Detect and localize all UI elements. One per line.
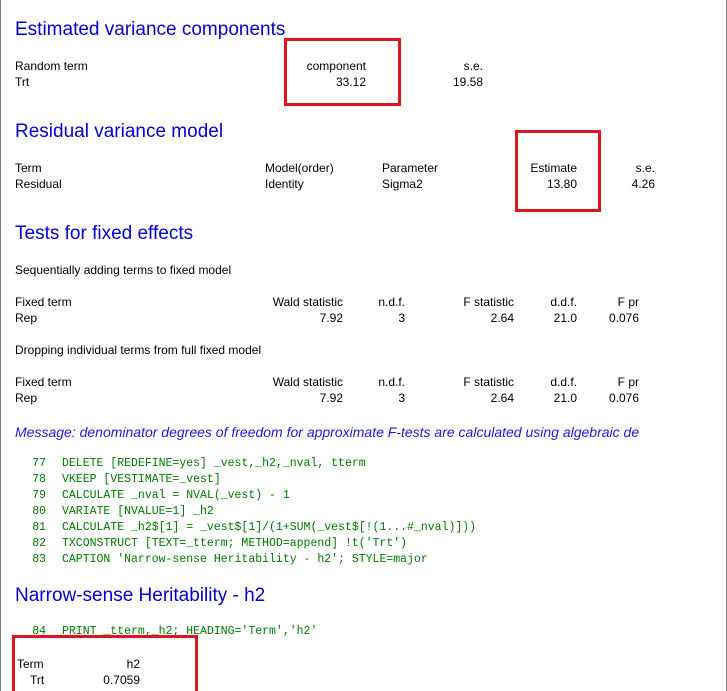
fixed-effects-heading: Tests for fixed effects	[15, 223, 194, 244]
seq-fstat-header: F statistic	[463, 295, 514, 309]
code-line-text: CAPTION 'Narrow-sense Heritability - h2'…	[62, 553, 428, 566]
code-echo-block: 77 DELETE [REDEFINE=yes] _vest,_h2,_nval,…	[0, 456, 476, 568]
model-order-header: Model(order)	[265, 161, 334, 175]
drop-fixed-term-value: Rep	[15, 391, 38, 405]
seq-wald-value: 7.92	[319, 311, 343, 325]
random-term-value: Trt	[15, 75, 30, 89]
code-line-number: 80	[32, 505, 46, 518]
drop-ndf-header: n.d.f.	[378, 375, 405, 389]
seq-fpr-value: 0.076	[608, 311, 639, 325]
denominator-df-message: Message: denominator degrees of freedom …	[15, 424, 640, 440]
highlight-box-component	[284, 38, 401, 106]
code-line: 82 TXCONSTRUCT [TEXT=_tterm; METHOD=appen…	[0, 536, 476, 552]
seq-fixed-term-value: Rep	[15, 311, 38, 325]
variance-components-heading: Estimated variance components	[15, 19, 286, 40]
parameter-value: Sigma2	[382, 177, 423, 191]
drop-fpr-value: 0.076	[608, 391, 639, 405]
code-line: 79 CALCULATE _nval = NVAL(_vest) - 1	[0, 488, 476, 504]
drop-wald-value: 7.92	[319, 391, 343, 405]
sequential-note: Sequentially adding terms to fixed model	[15, 263, 232, 277]
window-left-border	[0, 0, 1, 691]
dropping-note: Dropping individual terms from full fixe…	[15, 343, 262, 357]
code-line-number: 78	[32, 473, 46, 486]
drop-fstat-header: F statistic	[463, 375, 514, 389]
residual-se-header: s.e.	[635, 161, 655, 175]
heritability-heading: Narrow-sense Heritability - h2	[15, 585, 266, 606]
random-term-header: Random term	[15, 59, 88, 73]
code-line-text: VKEEP [VESTIMATE=_vest]	[62, 473, 221, 486]
residual-term-value: Residual	[15, 177, 62, 191]
code-line-number: 83	[32, 553, 46, 566]
residual-term-header: Term	[15, 161, 42, 175]
variance-se-value: 19.58	[452, 75, 483, 89]
code-line-number: 81	[32, 521, 46, 534]
model-order-value: Identity	[265, 177, 304, 191]
code-line: 81 CALCULATE _h2$[1] = _vest$[1]/(1+SUM(_…	[0, 520, 476, 536]
drop-fstat-value: 2.64	[490, 391, 514, 405]
code-line: 80 VARIATE [NVALUE=1] _h2	[0, 504, 476, 520]
code-line-text: DELETE [REDEFINE=yes] _vest,_h2,_nval, t…	[62, 457, 366, 470]
seq-fpr-header: F pr	[617, 295, 639, 309]
code-line-number: 82	[32, 537, 46, 550]
residual-se-value: 4.26	[631, 177, 655, 191]
seq-fixed-term-header: Fixed term	[15, 295, 72, 309]
highlight-box-h2	[12, 635, 198, 691]
drop-ndf-value: 3	[398, 391, 405, 405]
drop-ddf-value: 21.0	[553, 391, 577, 405]
drop-fixed-term-header: Fixed term	[15, 375, 72, 389]
parameter-header: Parameter	[382, 161, 439, 175]
drop-ddf-header: d.d.f.	[550, 375, 577, 389]
code-line-text: CALCULATE _h2$[1] = _vest$[1]/(1+SUM(_ve…	[62, 521, 477, 534]
seq-ddf-header: d.d.f.	[550, 295, 577, 309]
highlight-box-estimate	[515, 130, 601, 212]
residual-model-heading: Residual variance model	[15, 121, 224, 142]
code-line: 78 VKEEP [VESTIMATE=_vest]	[0, 472, 476, 488]
code-line-text: TXCONSTRUCT [TEXT=_tterm; METHOD=append]…	[62, 537, 408, 550]
seq-fstat-value: 2.64	[490, 311, 514, 325]
seq-ndf-value: 3	[398, 311, 405, 325]
drop-fpr-header: F pr	[617, 375, 639, 389]
code-line-number: 77	[32, 457, 46, 470]
code-line-number: 79	[32, 489, 46, 502]
code-line-text: VARIATE [NVALUE=1] _h2	[62, 505, 214, 518]
seq-ddf-value: 21.0	[553, 311, 577, 325]
seq-ndf-header: n.d.f.	[378, 295, 405, 309]
code-line-text: CALCULATE _nval = NVAL(_vest) - 1	[62, 489, 290, 502]
code-line: 83 CAPTION 'Narrow-sense Heritability - h…	[0, 552, 476, 568]
seq-wald-header: Wald statistic	[272, 295, 343, 309]
code-line: 77 DELETE [REDEFINE=yes] _vest,_h2,_nval,…	[0, 456, 476, 472]
variance-se-header: s.e.	[463, 59, 483, 73]
drop-wald-header: Wald statistic	[272, 375, 343, 389]
